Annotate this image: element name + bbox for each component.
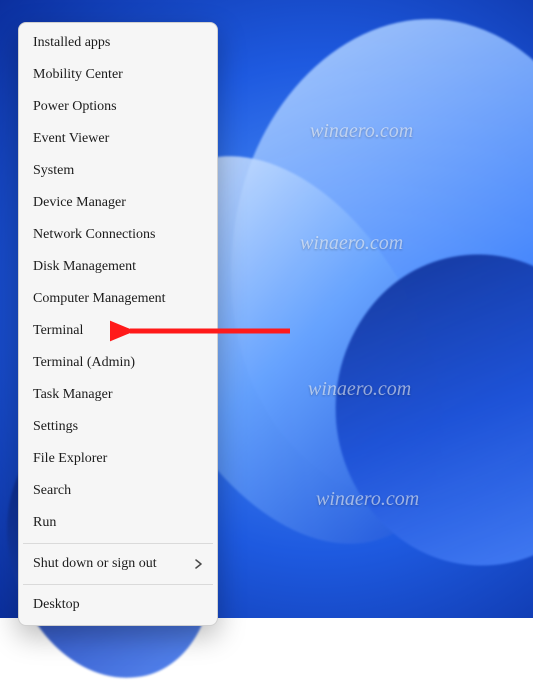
menu-item-label: Desktop: [33, 597, 203, 613]
menu-item-search[interactable]: Search: [19, 475, 217, 507]
menu-item-installed-apps[interactable]: Installed apps: [19, 27, 217, 59]
menu-item-computer-management[interactable]: Computer Management: [19, 283, 217, 315]
menu-item-device-manager[interactable]: Device Manager: [19, 187, 217, 219]
menu-item-label: Terminal: [33, 323, 203, 339]
menu-item-label: Mobility Center: [33, 67, 203, 83]
menu-item-label: Event Viewer: [33, 131, 203, 147]
menu-item-label: File Explorer: [33, 451, 203, 467]
winx-context-menu[interactable]: Installed apps Mobility Center Power Optio…: [18, 22, 218, 626]
menu-separator: [23, 584, 213, 585]
menu-item-network-connections[interactable]: Network Connections: [19, 219, 217, 251]
menu-item-shutdown-signout[interactable]: Shut down or sign out: [19, 548, 217, 580]
menu-item-terminal[interactable]: Terminal: [19, 315, 217, 347]
menu-item-label: Shut down or sign out: [33, 556, 187, 572]
menu-item-run[interactable]: Run: [19, 507, 217, 539]
menu-item-label: Search: [33, 483, 203, 499]
menu-item-desktop[interactable]: Desktop: [19, 589, 217, 621]
menu-item-label: System: [33, 163, 203, 179]
menu-item-power-options[interactable]: Power Options: [19, 91, 217, 123]
menu-separator: [23, 543, 213, 544]
menu-item-label: Installed apps: [33, 35, 203, 51]
menu-item-terminal-admin[interactable]: Terminal (Admin): [19, 347, 217, 379]
menu-item-settings[interactable]: Settings: [19, 411, 217, 443]
menu-item-system[interactable]: System: [19, 155, 217, 187]
chevron-right-icon: [195, 559, 203, 569]
menu-item-label: Disk Management: [33, 259, 203, 275]
menu-item-label: Run: [33, 515, 203, 531]
menu-item-event-viewer[interactable]: Event Viewer: [19, 123, 217, 155]
menu-item-task-manager[interactable]: Task Manager: [19, 379, 217, 411]
menu-item-disk-management[interactable]: Disk Management: [19, 251, 217, 283]
menu-item-file-explorer[interactable]: File Explorer: [19, 443, 217, 475]
desktop-wallpaper: winaero.com winaero.com winaero.com wina…: [0, 0, 533, 618]
menu-item-label: Computer Management: [33, 291, 203, 307]
menu-item-label: Settings: [33, 419, 203, 435]
menu-item-label: Task Manager: [33, 387, 203, 403]
menu-item-label: Device Manager: [33, 195, 203, 211]
menu-item-label: Power Options: [33, 99, 203, 115]
menu-item-label: Terminal (Admin): [33, 355, 203, 371]
menu-item-mobility-center[interactable]: Mobility Center: [19, 59, 217, 91]
menu-item-label: Network Connections: [33, 227, 203, 243]
